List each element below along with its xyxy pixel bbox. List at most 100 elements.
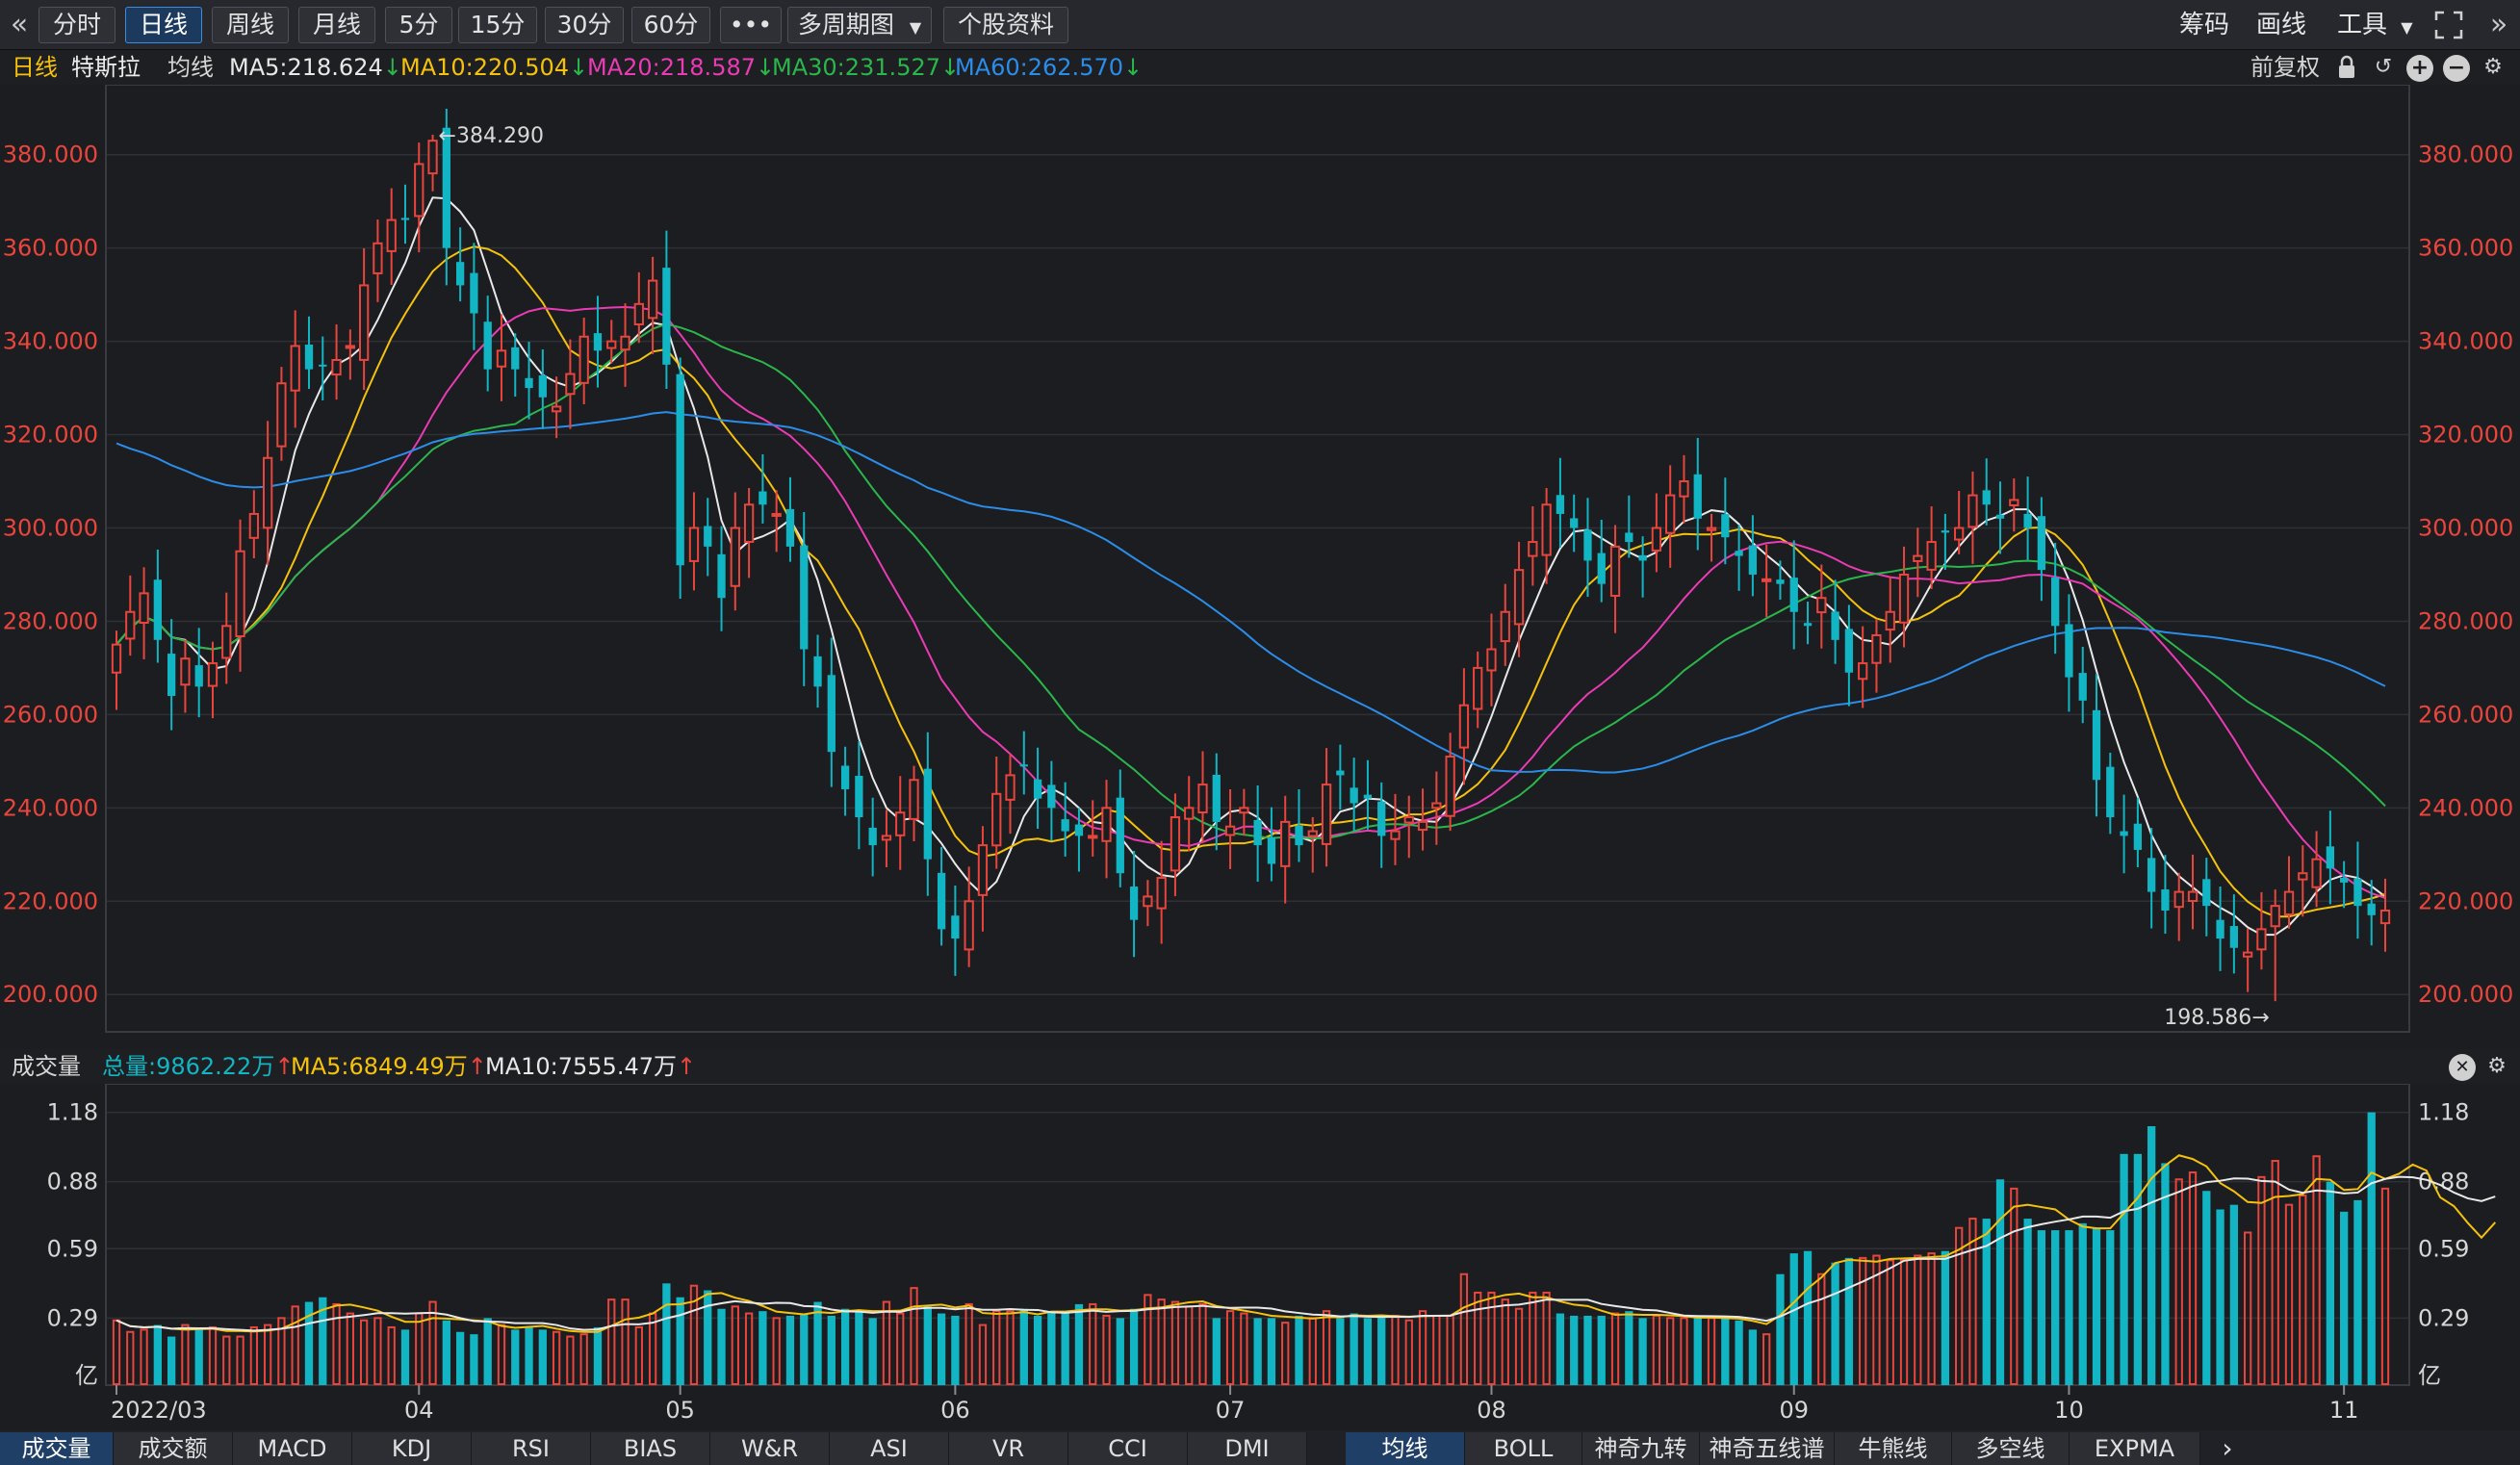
candle-body [1926,541,1937,571]
volume-chart[interactable]: 0.29 0.29 0.59 0.59 0.88 0.88 1.18 1.18 亿 亿 2022/… [0,1084,2520,1430]
y-tick-label-right: 300.000 [2418,514,2513,541]
draw-button[interactable]: 画线 [2256,7,2306,43]
chevron-right-icon[interactable]: › [2208,1432,2247,1465]
tab-DMI[interactable]: DMI [1188,1432,1307,1465]
period-button-0[interactable]: 分时 [39,7,116,43]
tab-W&R[interactable]: W&R [710,1432,830,1465]
double-chevron-right-icon[interactable]: » [2481,6,2516,44]
tab-神奇九转[interactable]: 神奇九转 [1582,1432,1700,1465]
tab-ASI[interactable]: ASI [830,1432,949,1465]
volume-bar [1281,1322,1290,1385]
tab-MACD[interactable]: MACD [233,1432,352,1465]
candle-body [593,333,603,351]
candle-body [2161,889,2170,911]
y-tick-label-right: 260.000 [2418,701,2513,728]
volume-bar [1680,1317,1688,1385]
candle-body [2216,919,2224,939]
tab-KDJ[interactable]: KDJ [352,1432,472,1465]
candle-body [1473,666,1483,710]
price-chart[interactable]: 200.000 200.000 220.000 220.000 240.000 240.0… [0,85,2520,1049]
period-button-2[interactable]: 周线 [212,7,289,43]
volume-bar [1844,1257,1854,1385]
volume-bar [2229,1204,2239,1385]
volume-bar [785,1315,795,1385]
y-tick-label-right: 0.59 [2418,1235,2469,1262]
arrow-up-icon: ↑ [677,1053,697,1080]
candle-body [2037,516,2046,571]
candle-body [331,358,342,376]
tab-VR[interactable]: VR [949,1432,1068,1465]
candle-body [290,345,300,392]
volume-bar [2284,1203,2294,1385]
candle-body [1019,764,1028,767]
tab-RSI[interactable]: RSI [472,1432,591,1465]
candle-body [704,526,712,547]
period-button-3[interactable]: 月线 [298,7,375,43]
lock-icon[interactable] [2333,55,2360,82]
volume-bar [1391,1314,1400,1385]
undo-icon[interactable]: ↺ [2370,55,2397,82]
candle-body [1074,824,1084,836]
volume-bar [1350,1313,1358,1385]
adjust-label[interactable]: 前复权 [2250,50,2320,85]
zoom-out-icon[interactable]: − [2443,55,2470,82]
volume-bar [1225,1310,1235,1385]
volume-bar [2202,1191,2211,1385]
candle-body [2256,928,2267,951]
tab-CCI[interactable]: CCI [1068,1432,1188,1465]
multi-period-dropdown[interactable]: 多周期图 ▼ [787,7,932,43]
ma-value-text: MA20:218.587 [587,54,756,81]
volume-bar [827,1315,836,1385]
volume-bar [208,1325,218,1385]
tab-均线[interactable]: 均线 [1346,1432,1465,1465]
arrow-down-icon: ↓ [1123,54,1144,81]
candle-body [1417,820,1428,832]
tab-成交量[interactable]: 成交量 [0,1432,114,1465]
volume-bar [1556,1313,1565,1385]
candle-body [1706,527,1717,531]
period-button-1[interactable]: 日线 [125,7,202,43]
candle-body [304,344,314,370]
candle-body [1789,578,1798,612]
volume-bar [181,1324,190,1385]
zoom-in-icon[interactable]: + [2406,55,2433,82]
y-tick-label-left: 380.000 [3,141,98,168]
fullscreen-icon[interactable] [2433,10,2464,40]
volume-bar [1322,1310,1331,1385]
period-button-4[interactable]: 5分 [385,7,452,43]
tab-EXPMA[interactable]: EXPMA [2070,1432,2200,1465]
candle-body [551,405,562,413]
chips-button[interactable]: 筹码 [2179,7,2229,43]
candle-body [1143,895,1153,908]
volume-bar [1212,1318,1221,1385]
volume-bar [1446,1314,1454,1385]
tab-BOLL[interactable]: BOLL [1465,1432,1582,1465]
period-button-5[interactable]: 15分 [458,7,537,43]
tab-成交额[interactable]: 成交额 [114,1432,233,1465]
tab-牛熊线[interactable]: 牛熊线 [1835,1432,1952,1465]
double-chevron-left-icon[interactable]: « [2,6,37,44]
volume-bar [1776,1273,1785,1385]
candle-body [1445,756,1455,817]
tab-多空线[interactable]: 多空线 [1952,1432,2070,1465]
period-button-7[interactable]: 60分 [631,7,710,43]
x-tick-label: 11 [2329,1397,2359,1424]
ma-label[interactable]: 均线 [167,50,214,85]
settings-icon[interactable]: ⚙ [2480,55,2507,82]
tab-神奇五线谱[interactable]: 神奇五线谱 [1700,1432,1835,1465]
tab-BIAS[interactable]: BIAS [591,1432,710,1465]
stock-info-button[interactable]: 个股资料 [943,7,1068,43]
volume-bar [497,1324,506,1385]
candle-body [1735,551,1743,556]
volume-bar [1514,1307,1524,1385]
tools-dropdown[interactable]: 工具 ▼ [2337,7,2413,43]
settings-icon[interactable]: ⚙ [2483,1054,2510,1081]
period-button-6[interactable]: 30分 [545,7,624,43]
close-icon[interactable]: ✕ [2449,1054,2476,1081]
candle-body [1721,514,1730,538]
candle-body [2023,513,2032,528]
candle-body [633,302,644,325]
volume-bar [868,1318,877,1385]
period-button-8[interactable]: ••• [720,7,782,43]
volume-bar [2010,1187,2019,1385]
